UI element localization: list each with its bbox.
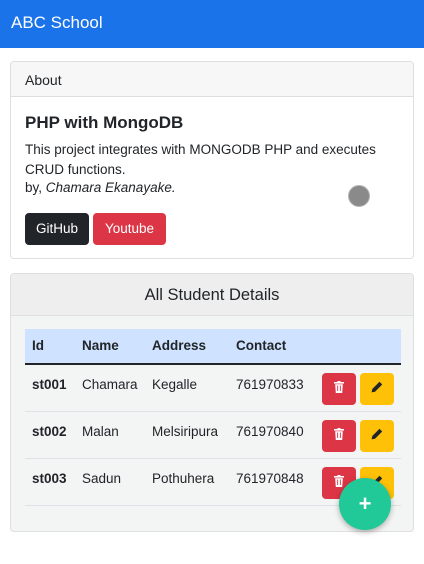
about-card-header: About [11,62,413,97]
github-button[interactable]: GitHub [25,213,89,245]
table-row: st001 Chamara Kegalle 761970833 [25,365,401,412]
navbar: ABC School [0,0,424,48]
author-name: Chamara Ekanayake. [45,180,176,195]
cell-contact: 761970848 [236,471,304,486]
table-row: st002 Malan Melsiripura 761970840 [25,412,401,459]
about-card: About PHP with MongoDB This project inte… [10,61,414,259]
cell-contact: 761970840 [236,424,304,439]
cell-contact: 761970833 [236,377,304,392]
pencil-icon [371,428,383,440]
edit-button[interactable] [360,373,394,405]
column-header-address: Address [152,338,207,353]
edit-button[interactable] [360,420,394,452]
column-header-name: Name [82,338,119,353]
cell-name: Malan [82,424,119,439]
students-card-header: All Student Details [11,274,413,316]
cell-id: st001 [32,377,67,392]
table-header-row: Id Name Address Contact [25,329,401,365]
about-description: This project integrates with MONGODB PHP… [25,142,376,177]
column-header-contact: Contact [236,338,287,353]
byline-prefix: by, [25,180,46,195]
navbar-brand[interactable]: ABC School [11,13,103,33]
cell-name: Sadun [82,471,122,486]
youtube-button[interactable]: Youtube [93,213,166,245]
delete-button[interactable] [322,373,356,405]
about-title: PHP with MongoDB [25,113,184,132]
delete-button[interactable] [322,420,356,452]
trash-icon [334,381,344,393]
cell-address: Melsiripura [152,424,219,439]
plus-icon: + [358,491,372,516]
students-table: Id Name Address Contact st001 Chamara Ke… [25,329,401,506]
cell-name: Chamara [82,377,138,392]
pencil-icon [371,381,383,393]
column-header-id: Id [32,338,44,353]
add-student-button[interactable]: + [339,478,391,530]
cell-address: Pothuhera [152,471,215,486]
cell-id: st002 [32,424,67,439]
cursor-indicator-dot [348,185,370,207]
cell-address: Kegalle [152,377,198,392]
trash-icon [334,428,344,440]
about-byline: by, Chamara Ekanayake. [25,180,176,195]
cell-id: st003 [32,471,67,486]
trash-icon [334,475,344,487]
